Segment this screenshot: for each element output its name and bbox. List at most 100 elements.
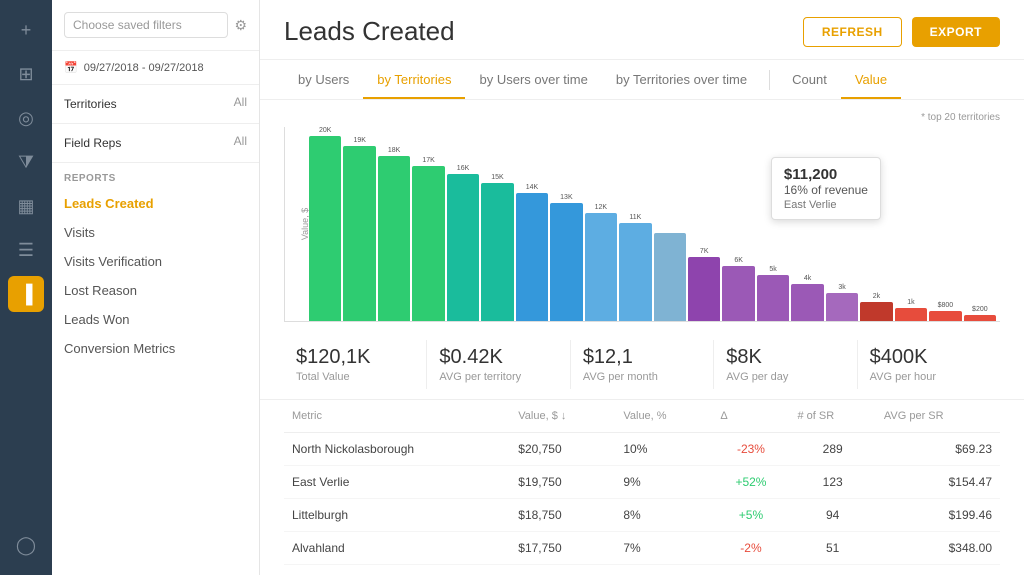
tab-metric-count[interactable]: Count — [778, 60, 841, 99]
chart-icon[interactable]: ▐ — [8, 276, 44, 312]
grid-icon[interactable]: ⊞ — [8, 56, 44, 92]
bar-group-18[interactable]: $800 — [929, 302, 961, 321]
bar-group-15[interactable]: 3k — [826, 284, 858, 321]
gear-icon[interactable]: ⚙ — [234, 17, 247, 34]
col-header-sr[interactable]: # of SR — [790, 400, 876, 433]
cell-3-1: $17,750 — [510, 532, 615, 565]
bar-group-19[interactable]: $200 — [964, 306, 996, 321]
cell-0-3: -23% — [712, 433, 789, 466]
nav-item-lost-reason[interactable]: Lost Reason — [52, 276, 259, 305]
stat-item-2: $12,1AVG per month — [571, 340, 714, 389]
bar-group-5[interactable]: 15K — [481, 174, 513, 321]
tooltip-value: $11,200 — [784, 166, 868, 183]
territories-filter[interactable]: Territories All — [52, 85, 259, 124]
export-button[interactable]: EXPORT — [912, 17, 1000, 47]
calendar-icon[interactable]: ▦ — [8, 188, 44, 224]
bar-group-6[interactable]: 14K — [516, 184, 548, 321]
bar-group-1[interactable]: 19K — [343, 137, 375, 321]
stat-value-2: $12,1 — [583, 346, 701, 369]
bar-15 — [826, 293, 858, 321]
bar-group-12[interactable]: 6K — [722, 257, 754, 321]
page-title: Leads Created — [284, 16, 455, 47]
stat-label-1: AVG per territory — [439, 371, 557, 383]
stat-label-4: AVG per hour — [870, 371, 988, 383]
bar-4 — [447, 174, 479, 321]
bar-group-4[interactable]: 16K — [447, 165, 479, 321]
chat-icon[interactable]: ◯ — [8, 527, 44, 563]
cell-1-5: $154.47 — [876, 466, 1000, 499]
plus-icon[interactable]: + — [8, 12, 44, 48]
nav-item-conversion-metrics[interactable]: Conversion Metrics — [52, 334, 259, 363]
bar-12 — [722, 266, 754, 321]
table-header: MetricValue, $ ↓Value, %Δ# of SRAVG per … — [284, 400, 1000, 433]
chart-area: * top 20 territories Value, $ 20K19K18K1… — [260, 100, 1024, 330]
col-header-avg[interactable]: AVG per SR — [876, 400, 1000, 433]
bar-group-16[interactable]: 2k — [860, 293, 892, 321]
field-reps-filter[interactable]: Field Reps All — [52, 124, 259, 163]
territories-label: Territories — [64, 97, 117, 111]
tab-by-users-over-time[interactable]: by Users over time — [465, 60, 601, 99]
header-buttons: REFRESH EXPORT — [803, 17, 1000, 47]
bar-group-13[interactable]: 5k — [757, 266, 789, 321]
tab-metric-value[interactable]: Value — [841, 60, 901, 99]
bar-group-14[interactable]: 4k — [791, 275, 823, 321]
refresh-button[interactable]: REFRESH — [803, 17, 902, 47]
tab-by-territories[interactable]: by Territories — [363, 60, 465, 99]
col-header-delta[interactable]: Δ — [712, 400, 789, 433]
bar-13 — [757, 275, 789, 321]
table-area: MetricValue, $ ↓Value, %Δ# of SRAVG per … — [260, 400, 1024, 575]
nav-item-visits[interactable]: Visits — [52, 218, 259, 247]
bar-group-17[interactable]: 1k — [895, 299, 927, 321]
bar-3 — [412, 166, 444, 321]
bar-group-0[interactable]: 20K — [309, 127, 341, 321]
col-header-value[interactable]: Value, $ ↓ — [510, 400, 615, 433]
tab-by-territories-over-time[interactable]: by Territories over time — [602, 60, 761, 99]
cell-3-4: 51 — [790, 532, 876, 565]
filter-icon[interactable]: ⧩ — [8, 144, 44, 180]
bar-9 — [619, 223, 651, 321]
table-row: Alvahland$17,7507%-2%51$348.00 — [284, 532, 1000, 565]
bar-group-3[interactable]: 17K — [412, 157, 444, 321]
cell-1-0: East Verlie — [284, 466, 510, 499]
cell-1-4: 123 — [790, 466, 876, 499]
bar-label-16: 2k — [873, 293, 880, 300]
stat-item-4: $400KAVG per hour — [858, 340, 1000, 389]
saved-filters-select[interactable]: Choose saved filters — [64, 12, 228, 38]
stat-label-0: Total Value — [296, 371, 414, 383]
bar-group-8[interactable]: 12K — [585, 204, 617, 321]
tooltip-territory-name: East Verlie — [784, 199, 868, 211]
location-icon[interactable]: ◎ — [8, 100, 44, 136]
main-content: Leads Created REFRESH EXPORT by Usersby … — [260, 0, 1024, 575]
cell-3-5: $348.00 — [876, 532, 1000, 565]
bar-group-10[interactable] — [654, 231, 686, 321]
bar-label-14: 4k — [804, 275, 811, 282]
sidebar: + ⊞ ◎ ⧩ ▦ ☰ ▐ ◯ — [0, 0, 52, 575]
cell-2-2: 8% — [615, 499, 712, 532]
bar-group-2[interactable]: 18K — [378, 147, 410, 321]
col-header-pct[interactable]: Value, % — [615, 400, 712, 433]
col-header-metric[interactable]: Metric — [284, 400, 510, 433]
nav-item-leads-created[interactable]: Leads Created — [52, 189, 259, 218]
calendar-small-icon: 📅 — [64, 61, 78, 74]
date-range: 09/27/2018 - 09/27/2018 — [84, 62, 204, 74]
bar-14 — [791, 284, 823, 321]
bar-group-9[interactable]: 11K — [619, 214, 651, 321]
cell-2-1: $18,750 — [510, 499, 615, 532]
bar-2 — [378, 156, 410, 321]
tooltip-pct: 16% of revenue — [784, 183, 868, 197]
bar-group-7[interactable]: 13K — [550, 194, 582, 321]
data-table: MetricValue, $ ↓Value, %Δ# of SRAVG per … — [284, 400, 1000, 575]
nav-item-visits-verification[interactable]: Visits Verification — [52, 247, 259, 276]
document-icon[interactable]: ☰ — [8, 232, 44, 268]
nav-items: Leads CreatedVisitsVisits VerificationLo… — [52, 189, 259, 363]
cell-0-0: North Nickolasborough — [284, 433, 510, 466]
stat-value-3: $8K — [726, 346, 844, 369]
left-panel: Choose saved filters ⚙ 📅 09/27/2018 - 09… — [52, 0, 260, 575]
bar-group-11[interactable]: 7K — [688, 248, 720, 321]
tab-by-users[interactable]: by Users — [284, 60, 363, 99]
bar-label-1: 19K — [353, 137, 365, 144]
cell-1-2: 9% — [615, 466, 712, 499]
cell-4-0: Vellaview — [284, 565, 510, 575]
nav-item-leads-won[interactable]: Leads Won — [52, 305, 259, 334]
stat-label-3: AVG per day — [726, 371, 844, 383]
